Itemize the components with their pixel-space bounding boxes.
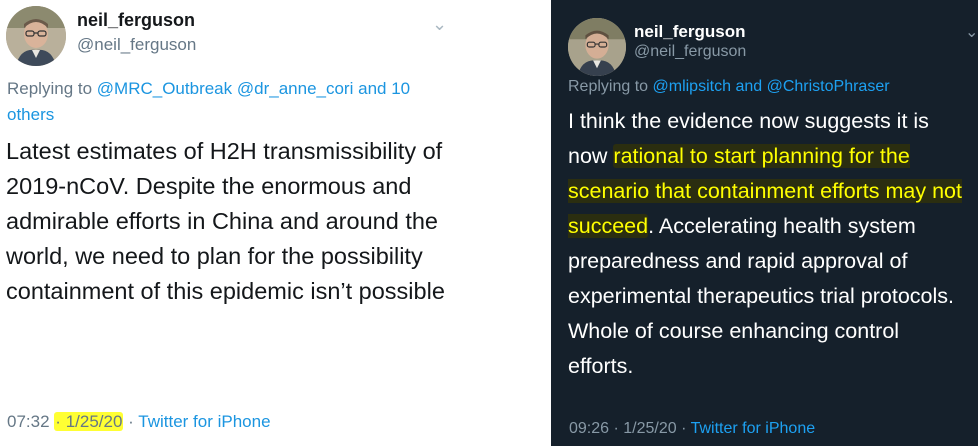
avatar[interactable] (6, 6, 66, 66)
chevron-down-icon[interactable]: ⌄ (432, 14, 447, 35)
tweet-dark: neil_ferguson @neil_ferguson ⌄ Replying … (551, 0, 978, 446)
avatar-photo (6, 6, 66, 66)
tweet-meta: 09:26 · 1/25/20 · Twitter for iPhone (569, 420, 815, 438)
tweet-source-link[interactable]: Twitter for iPhone (138, 412, 270, 431)
replying-to: Replying to @mlipsitch and @ChristoPhras… (568, 78, 890, 96)
separator: · (613, 420, 619, 437)
reply-prefix: Replying to (568, 78, 653, 95)
separator: · (681, 420, 687, 437)
reply-user-link[interactable]: @ChristoPhraser (767, 78, 890, 95)
avatar-photo (568, 18, 626, 76)
reply-user-link[interactable]: @mlipsitch (653, 78, 731, 95)
tweet-time: 07:32 (7, 412, 50, 431)
reply-user-link[interactable]: @MRC_Outbreak (97, 79, 232, 98)
tweet-source-link[interactable]: Twitter for iPhone (691, 420, 816, 437)
chevron-down-icon[interactable]: ⌄ (965, 22, 978, 42)
reply-user-link[interactable]: @dr_anne_cori (237, 79, 354, 98)
reply-and[interactable]: and (735, 78, 762, 95)
tweet-text-end: . Accelerating health system preparednes… (568, 214, 954, 378)
tweet-meta: 07:32 · 1/25/20 · Twitter for iPhone (7, 412, 271, 432)
replying-to: Replying to @MRC_Outbreak @dr_anne_cori … (7, 76, 437, 128)
reply-and[interactable]: and (358, 79, 386, 98)
author-handle[interactable]: @neil_ferguson (77, 35, 196, 55)
reply-prefix: Replying to (7, 79, 97, 98)
author-handle[interactable]: @neil_ferguson (634, 43, 746, 61)
tweet-text: Latest estimates of H2H transmissibility… (6, 138, 445, 304)
author-name[interactable]: neil_ferguson (634, 22, 745, 42)
separator: · (128, 412, 134, 431)
separator: · (55, 412, 61, 431)
tweet-date[interactable]: 1/25/20 (66, 412, 123, 431)
tweet-text: I think the evidence now suggests it is … (568, 104, 968, 384)
tweet-date[interactable]: 1/25/20 (623, 420, 676, 437)
author-name[interactable]: neil_ferguson (77, 10, 195, 31)
avatar[interactable] (568, 18, 626, 76)
tweet-time: 09:26 (569, 420, 610, 437)
tweet-light: neil_ferguson @neil_ferguson ⌄ Replying … (0, 0, 480, 446)
